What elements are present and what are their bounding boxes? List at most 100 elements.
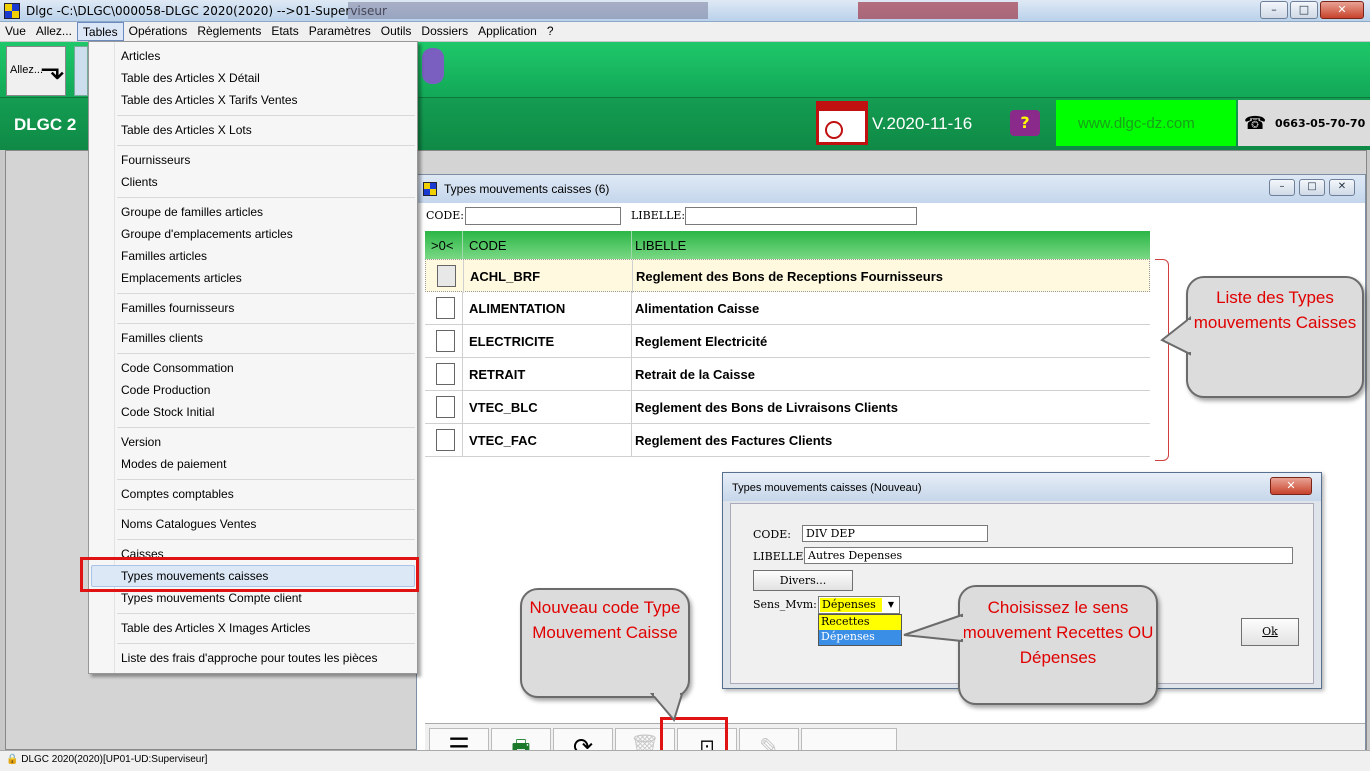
child-close-button[interactable]: ✕	[1329, 179, 1355, 196]
menu-vue[interactable]: Vue	[0, 22, 31, 41]
row-checkbox[interactable]	[436, 429, 455, 451]
minimize-button[interactable]: –	[1260, 1, 1288, 19]
sens-mvm-select[interactable]: Dépenses ▼	[818, 596, 900, 614]
menu-allez[interactable]: Allez...	[31, 22, 77, 41]
list-bracket	[1155, 259, 1169, 461]
menu-application[interactable]: Application	[473, 22, 542, 41]
filter-code-label: CODE:	[426, 209, 464, 222]
filter-code-input[interactable]	[465, 207, 621, 225]
menu-separator	[117, 613, 415, 614]
ok-button[interactable]: Ok	[1241, 618, 1299, 646]
menu-separator	[117, 323, 415, 324]
menu-outils[interactable]: Outils	[376, 22, 417, 41]
callout-nouveau-text: Nouveau code Type Mouvement Caisse	[529, 598, 681, 642]
table-row[interactable]: ACHL_BRF Reglement des Bons de Reception…	[425, 259, 1150, 293]
menu-etats[interactable]: Etats	[266, 22, 303, 41]
row-code: ACHL_BRF	[470, 269, 541, 284]
code-label: CODE:	[753, 528, 791, 541]
column-code[interactable]: CODE	[469, 238, 507, 253]
child-maximize-button[interactable]: □	[1299, 179, 1325, 196]
status-session: DLGC 2020(2020)[UP01-UD:Superviseur]	[21, 754, 208, 765]
menu-item[interactable]: Table des Articles X Images Articles	[121, 621, 310, 635]
row-checkbox[interactable]	[437, 265, 456, 287]
menu-reglements[interactable]: Règlements	[192, 22, 266, 41]
row-checkbox[interactable]	[436, 396, 455, 418]
row-checkbox[interactable]	[436, 330, 455, 352]
table-row[interactable]: VTEC_BLC Reglement des Bons de Livraison…	[425, 391, 1150, 424]
menu-item[interactable]: Table des Articles X Tarifs Ventes	[121, 93, 298, 107]
website-link[interactable]: www.dlgc-dz.com	[1056, 100, 1236, 146]
row-checkbox[interactable]	[436, 297, 455, 319]
menu-item[interactable]: Familles articles	[121, 249, 207, 263]
menu-item[interactable]: Fournisseurs	[121, 153, 190, 167]
filter-libelle-input[interactable]	[685, 207, 917, 225]
menu-item[interactable]: Articles	[121, 49, 160, 63]
menu-item[interactable]: Code Consommation	[121, 361, 234, 375]
close-button[interactable]: ✕	[1320, 1, 1364, 19]
status-text: 🔒 DLGC 2020(2020)[UP01-UD:Superviseur]	[6, 754, 208, 765]
menu-item[interactable]: Familles fournisseurs	[121, 301, 234, 315]
toolbar-button[interactable]	[74, 46, 88, 96]
sens-mvm-label: Sens_Mvm:	[753, 598, 817, 611]
website-text: www.dlgc-dz.com	[1078, 115, 1195, 132]
column-divider	[631, 231, 632, 259]
table-row[interactable]: ELECTRICITE Reglement Electricité	[425, 325, 1150, 358]
option-depenses[interactable]: Dépenses	[819, 630, 901, 645]
menu-item[interactable]: Groupe d'emplacements articles	[121, 227, 293, 241]
child-app-icon	[423, 182, 437, 196]
arrow-down-icon: ⬎	[40, 52, 66, 87]
menu-dossiers[interactable]: Dossiers	[416, 22, 473, 41]
menu-item[interactable]: Table des Articles X Détail	[121, 71, 260, 85]
menu-parametres[interactable]: Paramètres	[304, 22, 376, 41]
table-row[interactable]: VTEC_FAC Reglement des Factures Clients	[425, 424, 1150, 457]
dialog-title: Types mouvements caisses (Nouveau)	[732, 482, 922, 494]
menu-separator	[117, 427, 415, 428]
menu-item[interactable]: Code Stock Initial	[121, 405, 214, 419]
option-recettes[interactable]: Recettes	[819, 615, 901, 630]
callout-liste: Liste des Types mouvements Caisses	[1160, 276, 1364, 398]
menu-item[interactable]: Version	[121, 435, 161, 449]
table-row[interactable]: RETRAIT Retrait de la Caisse	[425, 358, 1150, 391]
menu-item[interactable]: Modes de paiement	[121, 457, 226, 471]
allez-label: Allez...	[10, 64, 44, 76]
menu-item[interactable]: Groupe de familles articles	[121, 205, 263, 219]
code-field[interactable]: DIV DEP	[802, 525, 988, 542]
menu-item[interactable]: Liste des frais d'approche pour toutes l…	[121, 651, 377, 665]
sens-mvm-value: Dépenses	[820, 598, 882, 612]
chevron-down-icon[interactable]: ▼	[884, 598, 898, 612]
menu-item[interactable]: Comptes comptables	[121, 487, 234, 501]
menu-item[interactable]: Familles clients	[121, 331, 203, 345]
maximize-button[interactable]: □	[1290, 1, 1318, 19]
toolbar-icon	[422, 48, 444, 84]
menu-item[interactable]: Types mouvements Compte client	[121, 591, 302, 605]
menu-operations[interactable]: Opérations	[124, 22, 193, 41]
callout-nouveau: Nouveau code Type Mouvement Caisse	[520, 588, 690, 723]
child-window-title: Types mouvements caisses (6)	[444, 182, 610, 196]
menu-item[interactable]: Clients	[121, 175, 158, 189]
menu-item[interactable]: Code Production	[121, 383, 210, 397]
menu-separator	[117, 539, 415, 540]
row-checkbox[interactable]	[436, 363, 455, 385]
column-libelle[interactable]: LIBELLE	[635, 238, 686, 253]
dialog-close-button[interactable]: ✕	[1270, 477, 1312, 495]
menu-item[interactable]: Emplacements articles	[121, 271, 242, 285]
child-window-controls: – □ ✕	[1269, 179, 1355, 196]
column-select[interactable]: >0<	[431, 238, 453, 253]
sens-mvm-options: Recettes Dépenses	[818, 614, 902, 646]
dialog-title-bar: Types mouvements caisses (Nouveau) ✕	[723, 473, 1321, 501]
menu-help[interactable]: ?	[542, 22, 559, 41]
libelle-field[interactable]: Autres Depenses	[804, 547, 1293, 564]
menu-item[interactable]: Noms Catalogues Ventes	[121, 517, 256, 531]
menu-item[interactable]: Table des Articles X Lots	[121, 123, 252, 137]
allez-button[interactable]: Allez... ⬎	[6, 46, 66, 96]
table-row[interactable]: ALIMENTATION Alimentation Caisse	[425, 292, 1150, 325]
help-book-icon[interactable]: ?	[1010, 110, 1040, 136]
divers-button[interactable]: Divers...	[753, 570, 853, 591]
calendar-icon[interactable]	[816, 101, 868, 145]
callout-sens-text: Choisissez le sens mouvement Recettes OU…	[962, 598, 1154, 667]
menu-bar: Vue Allez... Tables Opérations Règlement…	[0, 22, 1370, 42]
child-minimize-button[interactable]: –	[1269, 179, 1295, 196]
version-label: V.2020-11-16	[872, 114, 973, 133]
window-title: Dlgc -C:\DLGC\000058-DLGC 2020(2020) -->…	[26, 4, 387, 18]
menu-tables[interactable]: Tables	[76, 22, 124, 41]
